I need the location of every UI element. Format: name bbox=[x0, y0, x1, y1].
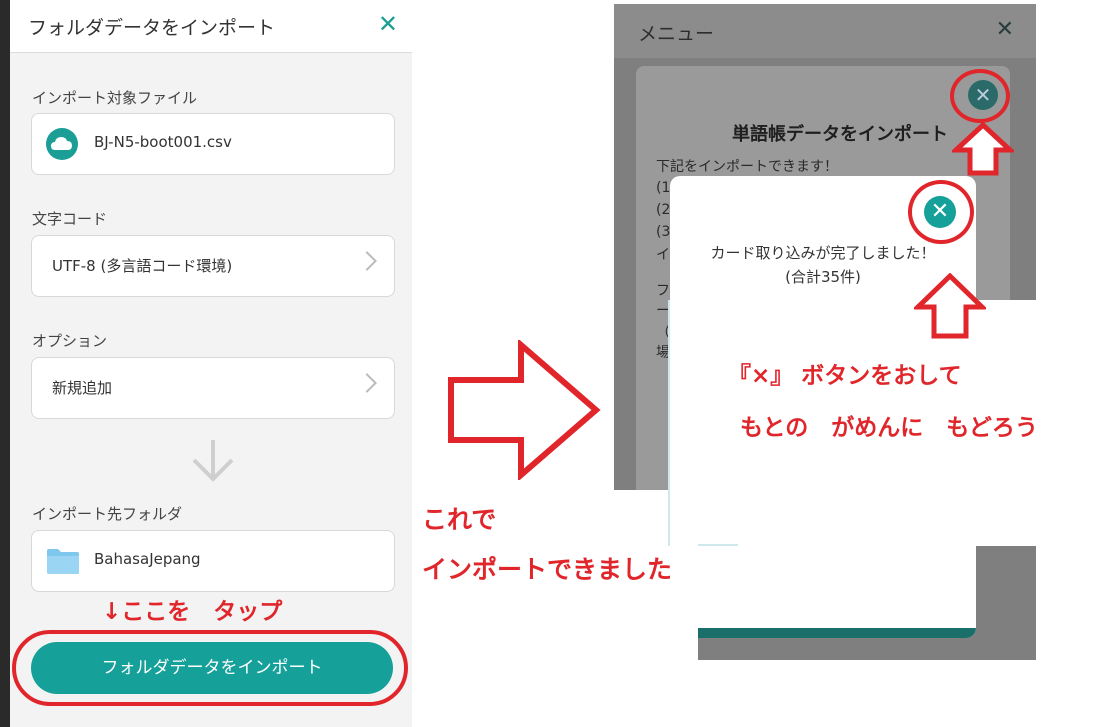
import-settings-panel: フォルダデータをインポート ✕ インポート対象ファイル BJ-N5-boot00… bbox=[0, 0, 412, 727]
dest-folder-name: BahasaJepang bbox=[94, 550, 201, 568]
import-file-name: BJ-N5-boot001.csv bbox=[94, 133, 232, 151]
folder-icon bbox=[47, 549, 79, 574]
import-file-label: インポート対象ファイル bbox=[32, 89, 198, 107]
dialog-text-fragment: イ bbox=[656, 247, 670, 263]
panel-header: フォルダデータをインポート ✕ bbox=[10, 0, 412, 53]
complete-message: カード取り込みが完了しました！ bbox=[710, 244, 936, 262]
arrow-right-icon bbox=[448, 340, 601, 480]
chevron-right-icon bbox=[357, 251, 377, 271]
menu-title: メニュー bbox=[638, 23, 715, 45]
close-icon[interactable]: ✕ bbox=[378, 10, 398, 38]
highlight-ring bbox=[12, 630, 408, 706]
dialog-bottom-bar bbox=[698, 628, 976, 638]
option-value: 新規追加 bbox=[52, 379, 113, 397]
encoding-selector[interactable]: UTF-8 (多言語コード環境) bbox=[31, 235, 395, 297]
option-selector[interactable]: 新規追加 bbox=[31, 357, 395, 419]
arrow-up-icon bbox=[914, 273, 986, 339]
highlight-ring bbox=[908, 180, 974, 244]
encoding-value: UTF-8 (多言語コード環境) bbox=[52, 257, 233, 275]
dest-folder-field[interactable]: BahasaJepang bbox=[31, 530, 395, 592]
menu-header: メニュー ✕ bbox=[614, 4, 1036, 58]
done-annotation-line1: これで bbox=[422, 505, 497, 534]
arrow-down-icon bbox=[192, 440, 234, 482]
dialog-text-fragment: フ bbox=[656, 283, 670, 299]
dialog-text: 下記をインポートできます！ bbox=[656, 159, 838, 175]
instruction-line2: もとの がめんに もどろう bbox=[740, 415, 1038, 441]
divider bbox=[698, 544, 738, 546]
dest-folder-label: インポート先フォルダ bbox=[32, 505, 183, 523]
arrow-up-icon bbox=[952, 122, 1014, 176]
tap-here-annotation: ↓ここを タップ bbox=[102, 599, 283, 625]
panel-title: フォルダデータをインポート bbox=[28, 17, 276, 39]
encoding-label: 文字コード bbox=[32, 210, 108, 228]
highlight-ring bbox=[950, 69, 1010, 123]
done-annotation-line2: インポートできました bbox=[422, 555, 673, 584]
divider bbox=[668, 300, 670, 546]
import-file-field[interactable]: BJ-N5-boot001.csv bbox=[31, 113, 395, 175]
dialog-title: 単語帳データをインポート bbox=[732, 124, 948, 145]
chevron-right-icon bbox=[357, 373, 377, 393]
cloud-icon bbox=[46, 128, 78, 160]
dialog-text-fragment: (3 bbox=[656, 224, 671, 240]
close-icon[interactable]: ✕ bbox=[996, 17, 1014, 42]
panel-edge bbox=[0, 0, 10, 727]
option-label: オプション bbox=[32, 332, 108, 350]
dialog-text-fragment: (1 bbox=[656, 180, 671, 196]
instruction-line1: 『×』 ボタンをおして bbox=[728, 363, 962, 389]
dialog-text-fragment: (2 bbox=[656, 202, 671, 218]
